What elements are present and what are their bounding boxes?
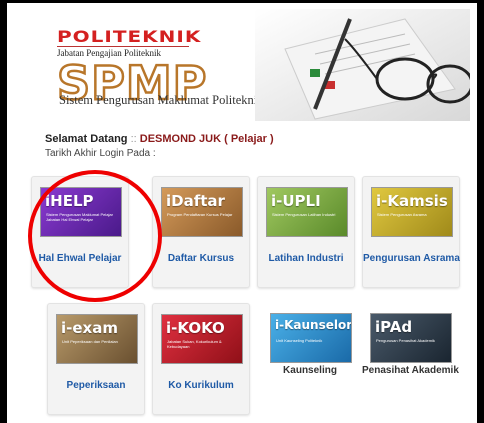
ihelp-banner: iHELP Sistem Pengurusan Maklumat Pelajar…	[40, 187, 122, 237]
tile-label: Hal Ehwal Pelajar	[38, 253, 122, 264]
iexam-banner: i-exam Unit Peperiksaan dan Penilaian	[56, 314, 138, 364]
tile-ikoko[interactable]: i-KOKO Jabatan Sukan, Kokurikulum & Kebu…	[152, 303, 250, 415]
last-login-text: Tarikh Akhir Login Pada :	[45, 148, 156, 159]
ikamsis-banner: i-Kamsis Sistem Pengurusan Asrama	[371, 187, 453, 237]
tile-iexam[interactable]: i-exam Unit Peperiksaan dan Penilaian Pe…	[47, 303, 145, 415]
ipad-banner: iPAd Pengurusan Penasihat Akademik	[370, 313, 452, 363]
user-name: DESMOND JUK ( Pelajar )	[139, 133, 274, 145]
iupli-banner: i-UPLI Sistem Pengurusan Latihan Industr…	[266, 187, 348, 237]
system-tagline: Sistem Pengurusan Maklumat Politeknik	[59, 93, 264, 107]
tile-label: Penasihat Akademik	[362, 365, 459, 376]
tile-ikamsis[interactable]: i-Kamsis Sistem Pengurusan Asrama Pengur…	[362, 176, 460, 288]
tile-idaftar[interactable]: iDaftar Program Pendaftaran Kursus Pelaj…	[152, 176, 250, 288]
tile-label: Ko Kurikulum	[168, 380, 234, 391]
tile-label: Peperiksaan	[66, 380, 126, 391]
glasses-pen-illustration	[255, 9, 470, 121]
portal-page: POLITEKNIK Jabatan Pengajian Politeknik …	[7, 3, 477, 423]
tile-iupli[interactable]: i-UPLI Sistem Pengurusan Latihan Industr…	[257, 176, 355, 288]
politeknik-logo-text: POLITEKNIK	[57, 27, 202, 46]
ikaunselor-banner: i-Kaunselor Unit Kaunseling Politeknik	[270, 313, 352, 363]
tile-ikaunselor[interactable]: i-Kaunselor Unit Kaunseling Politeknik K…	[262, 303, 358, 413]
tile-ihelp[interactable]: iHELP Sistem Pengurusan Maklumat Pelajar…	[31, 176, 129, 288]
tile-label: Latihan Industri	[268, 253, 344, 264]
tile-label: Daftar Kursus	[167, 253, 235, 264]
tile-ipad[interactable]: iPAd Pengurusan Penasihat Akademik Penas…	[362, 303, 459, 413]
welcome-message: Selamat Datang :: DESMOND JUK ( Pelajar …	[45, 133, 274, 145]
idaftar-banner: iDaftar Program Pendaftaran Kursus Pelaj…	[161, 187, 243, 237]
tile-label: Kaunseling	[283, 365, 337, 376]
tile-label: Pengurusan Asrama	[363, 253, 460, 264]
ikoko-banner: i-KOKO Jabatan Sukan, Kokurikulum & Kebu…	[161, 314, 243, 364]
